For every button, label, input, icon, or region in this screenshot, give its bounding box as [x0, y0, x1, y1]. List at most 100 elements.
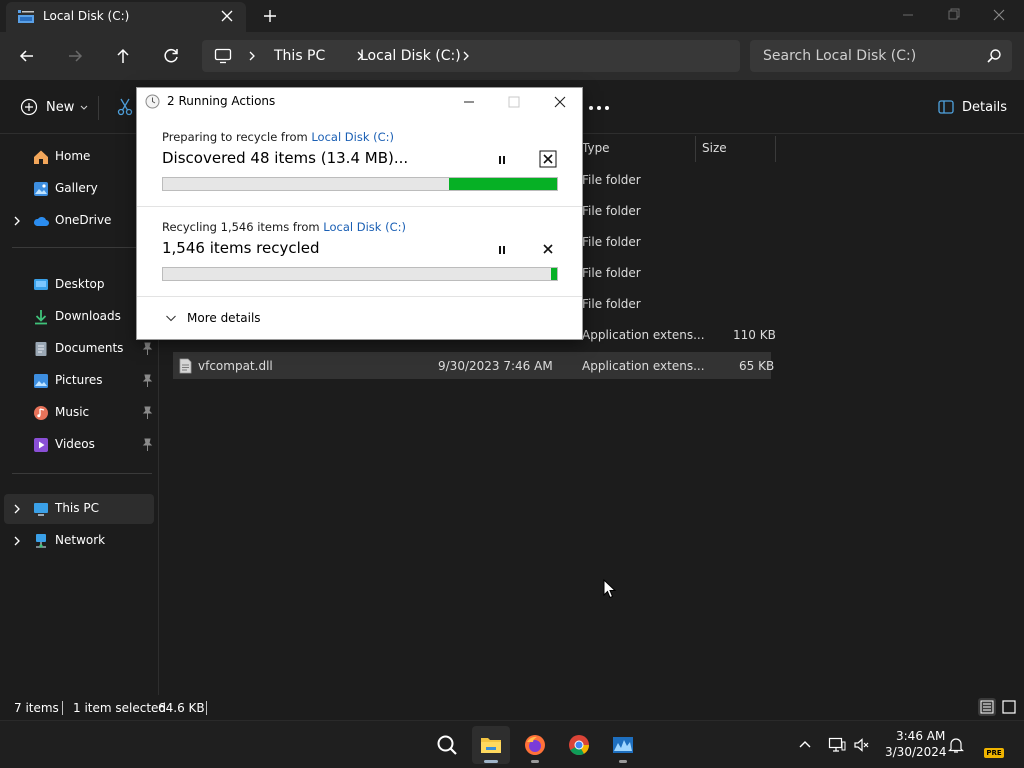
clock-time[interactable]: 3:46 AM — [896, 729, 945, 743]
column-divider[interactable] — [775, 136, 776, 162]
cut-icon[interactable] — [117, 98, 133, 116]
sidebar-item-music[interactable]: Music — [4, 398, 154, 428]
tab-local-disk[interactable]: Local Disk (C:) — [6, 2, 246, 32]
chevron-up-icon[interactable] — [796, 736, 814, 754]
close-dialog-icon[interactable] — [553, 95, 567, 109]
operation-2-header: Recycling 1,546 items from Local Disk (C… — [162, 220, 406, 234]
chevron-right-icon[interactable] — [12, 215, 22, 227]
pin-icon[interactable] — [141, 374, 153, 388]
this-pc-icon — [214, 48, 232, 64]
item-count: 7 items — [14, 701, 59, 715]
details-button-label: Details — [962, 99, 1008, 115]
chrome-icon — [569, 735, 590, 756]
status-divider — [62, 701, 63, 715]
close-window-icon[interactable] — [989, 6, 1009, 24]
sidebar-item-network[interactable]: Network — [4, 526, 154, 556]
dialog-divider — [137, 296, 582, 297]
progress-bar-2 — [162, 267, 558, 281]
sidebar-item-gallery[interactable]: Gallery — [4, 174, 154, 204]
sidebar-item-home[interactable]: Home — [4, 142, 154, 172]
operation-1-header-text: Preparing to recycle from — [162, 130, 312, 144]
chevron-right-icon — [249, 51, 255, 61]
sidebar-item-videos[interactable]: Videos — [4, 430, 154, 460]
large-icons-view-icon[interactable] — [1000, 698, 1018, 716]
row-type: File folder — [582, 204, 641, 218]
address-bar[interactable]: This PC Local Disk (C:) — [202, 40, 740, 72]
row-size: 110 KB — [733, 328, 776, 342]
breadcrumb-this-pc[interactable]: This PC — [274, 48, 325, 64]
title-bar: Local Disk (C:) — [0, 0, 1024, 32]
chevron-down-icon — [166, 315, 176, 322]
more-options-icon[interactable] — [588, 105, 610, 111]
sidebar-item-onedrive[interactable]: OneDrive — [4, 206, 154, 236]
taskbar-search[interactable] — [428, 726, 466, 764]
pin-icon[interactable] — [141, 438, 153, 452]
up-arrow-icon[interactable] — [112, 45, 134, 67]
taskbar-firefox[interactable] — [516, 726, 554, 764]
taskbar-file-explorer[interactable] — [472, 726, 510, 764]
selection-count: 1 item selected — [73, 701, 167, 715]
taskbar-chrome[interactable] — [560, 726, 598, 764]
notification-bell-icon[interactable] — [947, 736, 965, 754]
new-button[interactable]: New — [20, 97, 89, 117]
close-tab-icon[interactable] — [219, 8, 235, 24]
display-icon[interactable] — [828, 736, 846, 754]
row-type: File folder — [582, 297, 641, 311]
restore-icon[interactable] — [943, 6, 963, 24]
sidebar-item-desktop[interactable]: Desktop — [4, 270, 154, 300]
sidebar-item-documents[interactable]: Documents — [4, 334, 154, 364]
chevron-right-icon[interactable] — [12, 535, 22, 547]
explorer-tab-icon — [18, 10, 34, 23]
running-indicator — [484, 760, 498, 763]
column-header-size[interactable]: Size — [702, 141, 727, 167]
column-divider[interactable] — [695, 136, 696, 162]
clock-date[interactable]: 3/30/2024 — [885, 745, 947, 759]
sidebar-item-this-pc[interactable]: This PC — [4, 494, 154, 524]
source-link[interactable]: Local Disk (C:) — [311, 130, 394, 144]
row-type: Application extens... — [582, 359, 705, 373]
prerelease-badge: PRE — [984, 748, 1004, 758]
pause-icon[interactable] — [495, 153, 509, 167]
cancel-x-icon[interactable] — [539, 240, 557, 258]
sidebar-item-label: Desktop — [55, 277, 105, 291]
sidebar-item-downloads[interactable]: Downloads — [4, 302, 154, 332]
row-date: 9/30/2023 7:46 AM — [438, 359, 553, 373]
cancel-x-icon[interactable] — [539, 150, 557, 168]
pin-icon[interactable] — [141, 342, 153, 356]
row-size: 65 KB — [739, 359, 775, 373]
taskbar-monitor-app[interactable] — [604, 726, 642, 764]
running-indicator — [619, 760, 627, 763]
forward-arrow-icon[interactable] — [64, 45, 86, 67]
new-button-label: New — [46, 99, 75, 115]
operation-2: Recycling 1,546 items from Local Disk (C… — [137, 206, 582, 296]
file-explorer-icon — [481, 738, 501, 753]
dialog-title-bar[interactable]: 2 Running Actions — [137, 88, 582, 116]
videos-icon — [34, 438, 48, 452]
row-name: vfcompat.dll — [198, 359, 273, 373]
new-tab-icon[interactable] — [261, 7, 279, 25]
operation-1: Preparing to recycle from Local Disk (C:… — [137, 116, 582, 206]
pin-icon[interactable] — [141, 406, 153, 420]
back-arrow-icon[interactable] — [16, 45, 38, 67]
source-link[interactable]: Local Disk (C:) — [323, 220, 406, 234]
column-header-type[interactable]: Type — [582, 141, 610, 167]
sidebar-divider — [12, 247, 152, 248]
more-details-button[interactable]: More details — [165, 311, 261, 325]
operation-1-status: Discovered 48 items (13.4 MB)... — [162, 149, 409, 167]
search-input[interactable]: Search Local Disk (C:) — [750, 40, 1012, 72]
refresh-icon[interactable] — [160, 45, 182, 67]
details-view-icon[interactable] — [978, 698, 996, 716]
sidebar-item-label: Pictures — [55, 373, 103, 387]
chevron-right-icon[interactable] — [460, 49, 472, 63]
sidebar-item-pictures[interactable]: Pictures — [4, 366, 154, 396]
minimize-icon[interactable] — [462, 95, 476, 109]
minimize-icon[interactable] — [898, 6, 918, 24]
details-pane-icon — [938, 100, 954, 114]
chevron-right-icon[interactable] — [12, 503, 22, 515]
breadcrumb-local-disk[interactable]: Local Disk (C:) — [360, 48, 461, 64]
details-button[interactable]: Details — [938, 98, 1007, 116]
this-pc-icon — [34, 503, 48, 516]
pause-icon[interactable] — [495, 243, 509, 257]
speaker-muted-icon[interactable] — [853, 736, 871, 754]
running-actions-dialog: 2 Running Actions Preparing to recycle f… — [136, 87, 583, 340]
